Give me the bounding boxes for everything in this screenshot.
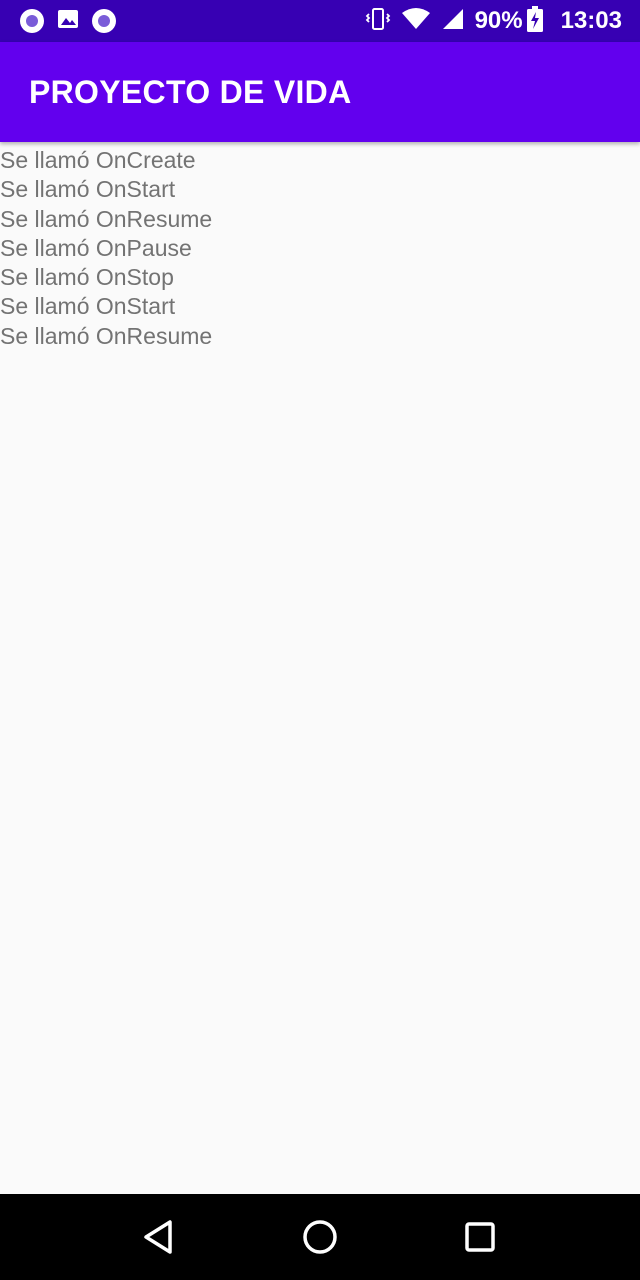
app-title: PROYECTO DE VIDA: [29, 73, 352, 110]
log-line: Se llamó OnPause: [0, 234, 192, 261]
wifi-icon: [401, 7, 431, 36]
log-line: Se llamó OnStart: [0, 293, 176, 320]
battery-percent: 90%: [474, 7, 523, 34]
status-bar: 90% 13:03: [0, 0, 640, 42]
notification-circle-icon: [20, 9, 44, 33]
clock: 13:03: [560, 7, 622, 34]
gallery-icon: [56, 7, 80, 36]
log-line: Se llamó OnResume: [0, 205, 213, 232]
status-left: [20, 7, 128, 36]
recents-icon: [465, 1222, 495, 1252]
vibrate-icon: [365, 6, 391, 37]
notification-circle-icon: [92, 9, 116, 33]
log-line: Se llamó OnCreate: [0, 147, 196, 173]
battery-charging-icon: [526, 5, 543, 37]
home-button[interactable]: [288, 1205, 352, 1269]
signal-icon: [441, 7, 465, 36]
home-icon: [303, 1220, 337, 1254]
recents-button[interactable]: [448, 1205, 512, 1269]
log-list: Se llamó OnCreate Se llamó OnStart Se ll…: [0, 146, 640, 351]
app-bar: PROYECTO DE VIDA: [0, 42, 640, 142]
log-line: Se llamó OnResume: [0, 322, 213, 349]
log-line: Se llamó OnStart: [0, 176, 176, 203]
back-icon: [144, 1220, 172, 1254]
back-button[interactable]: [128, 1205, 192, 1269]
log-line: Se llamó OnStop: [0, 264, 174, 291]
navigation-bar: [0, 1194, 640, 1280]
status-right: 90% 13:03: [355, 5, 622, 37]
